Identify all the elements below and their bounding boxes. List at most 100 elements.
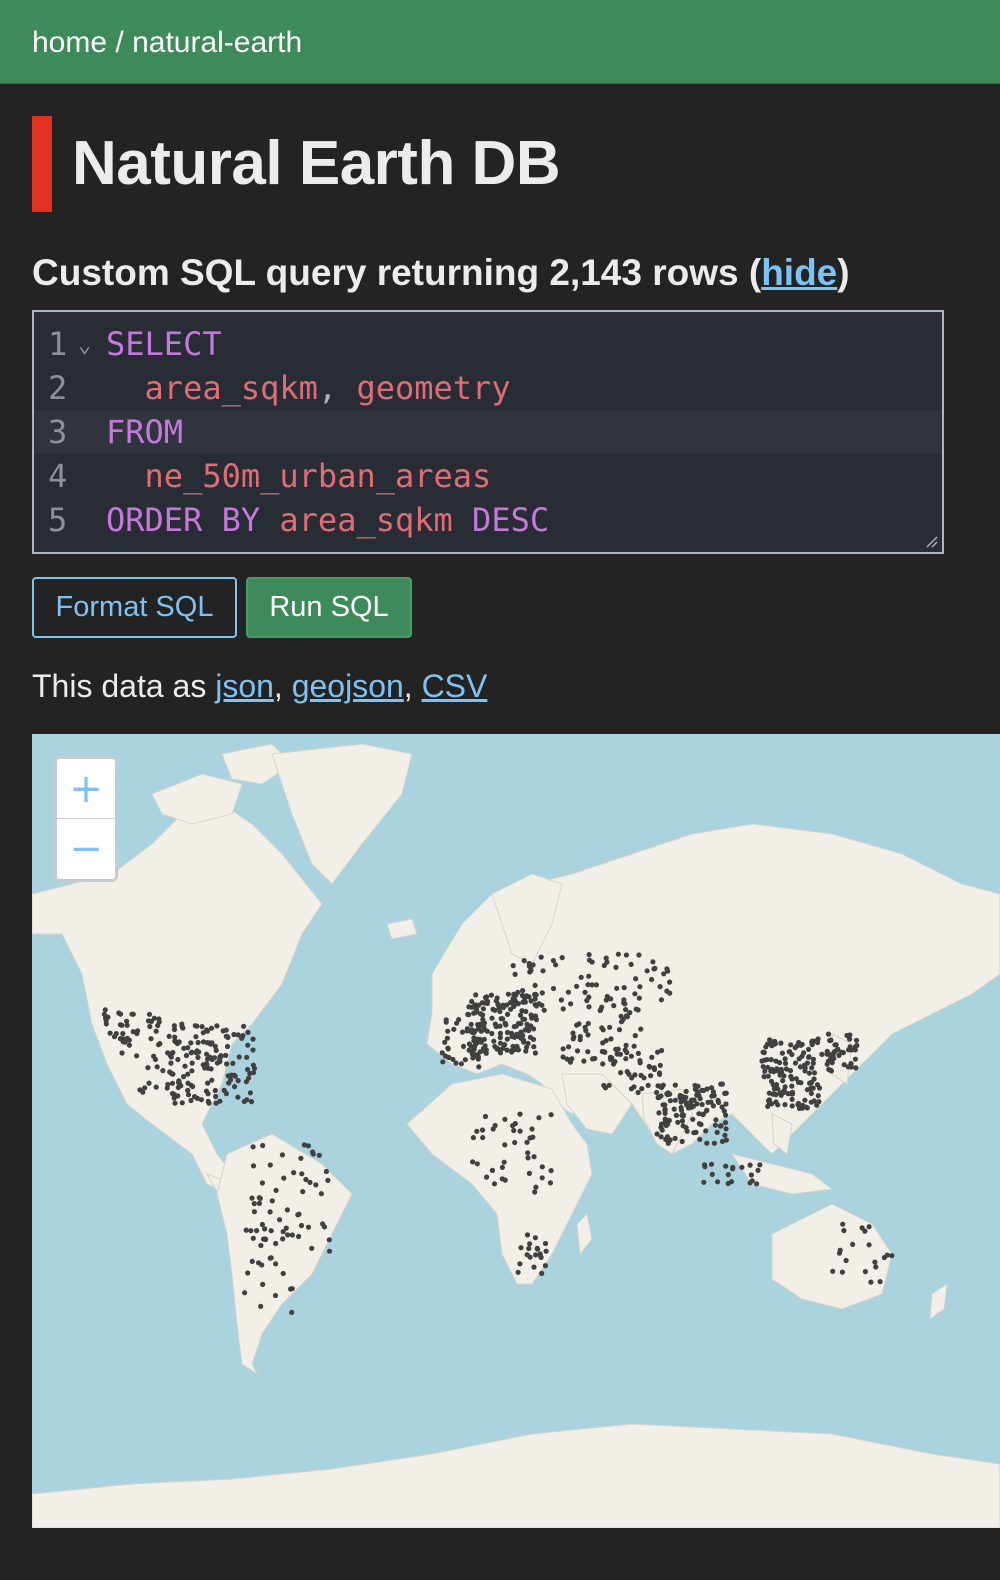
urban-area-marker[interactable] bbox=[244, 1054, 250, 1060]
urban-area-marker[interactable] bbox=[778, 1066, 784, 1073]
urban-area-marker[interactable] bbox=[719, 1081, 726, 1087]
urban-area-marker[interactable] bbox=[712, 1122, 719, 1128]
urban-area-marker[interactable] bbox=[811, 1070, 818, 1076]
urban-area-marker[interactable] bbox=[155, 1022, 161, 1029]
urban-area-marker[interactable] bbox=[539, 1002, 545, 1008]
urban-area-marker[interactable] bbox=[515, 1269, 521, 1275]
urban-area-marker[interactable] bbox=[542, 1263, 548, 1269]
urban-area-marker[interactable] bbox=[206, 1100, 212, 1106]
urban-area-marker[interactable] bbox=[259, 1262, 265, 1268]
urban-area-marker[interactable] bbox=[868, 1279, 874, 1285]
urban-area-marker[interactable] bbox=[113, 1031, 119, 1037]
urban-area-marker[interactable] bbox=[250, 1235, 256, 1241]
urban-area-marker[interactable] bbox=[280, 1229, 286, 1235]
urban-area-marker[interactable] bbox=[221, 1087, 227, 1093]
urban-area-marker[interactable] bbox=[199, 1024, 205, 1030]
urban-area-marker[interactable] bbox=[470, 1055, 476, 1061]
urban-area-marker[interactable] bbox=[691, 1130, 697, 1136]
urban-area-marker[interactable] bbox=[881, 1254, 888, 1261]
urban-area-marker[interactable] bbox=[533, 1017, 539, 1023]
urban-area-marker[interactable] bbox=[160, 1068, 166, 1074]
urban-area-marker[interactable] bbox=[532, 1189, 538, 1195]
urban-area-marker[interactable] bbox=[504, 1036, 510, 1042]
urban-area-marker[interactable] bbox=[586, 952, 592, 958]
urban-area-marker[interactable] bbox=[470, 1159, 476, 1165]
urban-area-marker[interactable] bbox=[675, 1119, 681, 1125]
urban-area-marker[interactable] bbox=[677, 1095, 683, 1101]
urban-area-marker[interactable] bbox=[574, 1022, 580, 1028]
urban-area-marker[interactable] bbox=[704, 1140, 710, 1146]
urban-area-marker[interactable] bbox=[533, 992, 539, 998]
urban-area-marker[interactable] bbox=[637, 984, 643, 990]
urban-area-marker[interactable] bbox=[841, 1227, 847, 1234]
urban-area-marker[interactable] bbox=[488, 992, 494, 998]
urban-area-marker[interactable] bbox=[725, 1172, 731, 1178]
urban-area-marker[interactable] bbox=[146, 1080, 152, 1086]
urban-area-marker[interactable] bbox=[280, 1270, 286, 1277]
urban-area-marker[interactable] bbox=[615, 1046, 621, 1052]
urban-area-marker[interactable] bbox=[323, 1168, 329, 1175]
urban-area-marker[interactable] bbox=[644, 968, 650, 974]
urban-area-marker[interactable] bbox=[326, 1237, 332, 1243]
urban-area-marker[interactable] bbox=[309, 1245, 315, 1251]
urban-area-marker[interactable] bbox=[651, 966, 657, 972]
urban-area-marker[interactable] bbox=[661, 971, 667, 977]
urban-area-marker[interactable] bbox=[217, 1098, 223, 1104]
urban-area-marker[interactable] bbox=[539, 1164, 545, 1170]
urban-area-marker[interactable] bbox=[502, 1042, 508, 1048]
urban-area-marker[interactable] bbox=[191, 1094, 198, 1100]
urban-area-marker[interactable] bbox=[816, 1085, 823, 1091]
urban-area-marker[interactable] bbox=[476, 1064, 482, 1070]
urban-area-marker[interactable] bbox=[638, 1072, 644, 1078]
urban-area-marker[interactable] bbox=[213, 1093, 219, 1100]
urban-area-marker[interactable] bbox=[175, 1056, 181, 1063]
urban-area-marker[interactable] bbox=[303, 1176, 309, 1183]
urban-area-marker[interactable] bbox=[852, 1056, 859, 1062]
urban-area-marker[interactable] bbox=[254, 1228, 260, 1234]
urban-area-marker[interactable] bbox=[250, 1036, 256, 1042]
urban-area-marker[interactable] bbox=[667, 1098, 674, 1104]
urban-area-marker[interactable] bbox=[618, 1070, 624, 1076]
urban-area-marker[interactable] bbox=[480, 1135, 486, 1141]
urban-area-marker[interactable] bbox=[148, 1036, 154, 1042]
urban-area-marker[interactable] bbox=[280, 1236, 286, 1242]
urban-area-marker[interactable] bbox=[806, 1070, 813, 1076]
urban-area-marker[interactable] bbox=[484, 1174, 490, 1180]
urban-area-marker[interactable] bbox=[218, 1053, 224, 1059]
urban-area-marker[interactable] bbox=[723, 1126, 729, 1132]
urban-area-marker[interactable] bbox=[480, 1045, 487, 1052]
urban-area-marker[interactable] bbox=[624, 1049, 630, 1056]
urban-area-marker[interactable] bbox=[513, 1001, 519, 1007]
urban-area-marker[interactable] bbox=[782, 1060, 789, 1066]
urban-area-marker[interactable] bbox=[284, 1207, 290, 1213]
urban-area-marker[interactable] bbox=[649, 976, 655, 983]
urban-area-marker[interactable] bbox=[828, 1037, 834, 1043]
urban-area-marker[interactable] bbox=[590, 1056, 596, 1062]
urban-area-marker[interactable] bbox=[755, 1167, 761, 1173]
urban-area-marker[interactable] bbox=[683, 1088, 689, 1094]
urban-area-marker[interactable] bbox=[208, 1025, 215, 1031]
urban-area-marker[interactable] bbox=[439, 1050, 445, 1056]
urban-area-marker[interactable] bbox=[873, 1264, 879, 1270]
urban-area-marker[interactable] bbox=[298, 1222, 305, 1229]
urban-area-marker[interactable] bbox=[840, 1221, 846, 1227]
resize-handle-icon[interactable] bbox=[926, 536, 938, 548]
urban-area-marker[interactable] bbox=[759, 1058, 765, 1064]
urban-area-marker[interactable] bbox=[603, 997, 609, 1003]
urban-area-marker[interactable] bbox=[632, 991, 638, 997]
urban-area-marker[interactable] bbox=[663, 1136, 669, 1142]
urban-area-marker[interactable] bbox=[261, 1236, 267, 1242]
urban-area-marker[interactable] bbox=[649, 1054, 655, 1060]
urban-area-marker[interactable] bbox=[444, 1035, 450, 1041]
urban-area-marker[interactable] bbox=[214, 1023, 220, 1029]
urban-area-marker[interactable] bbox=[208, 1041, 214, 1047]
urban-area-marker[interactable] bbox=[456, 1017, 462, 1023]
urban-area-marker[interactable] bbox=[604, 959, 610, 965]
urban-area-marker[interactable] bbox=[635, 1050, 642, 1056]
editor-line[interactable]: 4 ne_50m_urban_areas bbox=[34, 454, 942, 498]
urban-area-marker[interactable] bbox=[586, 957, 593, 963]
urban-area-marker[interactable] bbox=[679, 1118, 686, 1124]
urban-area-marker[interactable] bbox=[623, 1007, 629, 1013]
urban-area-marker[interactable] bbox=[243, 1227, 249, 1233]
editor-line[interactable]: 1 ⌄ SELECT bbox=[34, 322, 942, 366]
